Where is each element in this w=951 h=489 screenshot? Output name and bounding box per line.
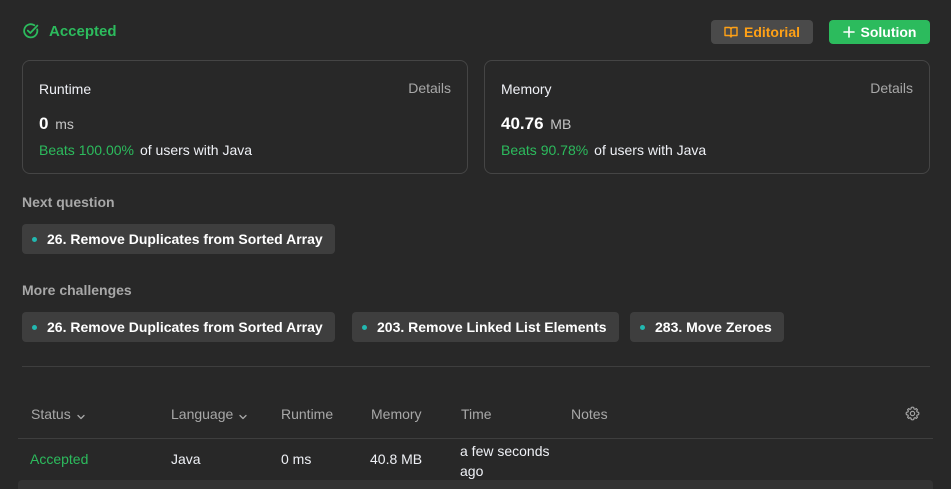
- plus-icon: [842, 26, 855, 38]
- table-header-divider: [18, 438, 933, 439]
- memory-number: 40.76: [501, 114, 544, 133]
- runtime-value: 0 ms: [39, 114, 74, 134]
- column-header-memory: Memory: [371, 406, 422, 422]
- chevron-down-icon: [76, 409, 86, 420]
- column-header-language[interactable]: Language: [171, 406, 248, 422]
- next-row-edge: [18, 480, 933, 489]
- difficulty-dot: [32, 236, 37, 242]
- runtime-beats-percent: Beats 100.00%: [39, 142, 134, 158]
- status-text: Accepted: [49, 22, 117, 40]
- solution-label: Solution: [860, 24, 917, 40]
- memory-details-link[interactable]: Details: [870, 80, 913, 96]
- memory-value: 40.76 MB: [501, 114, 571, 134]
- difficulty-dot: [640, 324, 645, 330]
- column-header-label: Status: [31, 406, 71, 422]
- chip-label: 26. Remove Duplicates from Sorted Array: [47, 231, 323, 247]
- runtime-card[interactable]: Runtime Details 0 ms Beats 100.00% of use…: [22, 60, 468, 174]
- difficulty-dot: [362, 324, 367, 330]
- row-language: Java: [171, 451, 201, 467]
- submission-status: Accepted: [22, 22, 117, 40]
- more-challenges-title: More challenges: [22, 282, 132, 298]
- challenge-chip[interactable]: 283. Move Zeroes: [630, 312, 784, 342]
- row-runtime: 0 ms: [281, 451, 312, 467]
- row-memory: 40.8 MB: [370, 451, 423, 467]
- editorial-label: Editorial: [743, 24, 800, 40]
- memory-card[interactable]: Memory Details 40.76 MB Beats 90.78% of u…: [484, 60, 930, 174]
- memory-unit: MB: [550, 116, 572, 132]
- column-header-notes: Notes: [571, 406, 608, 422]
- difficulty-dot: [32, 324, 37, 330]
- row-status[interactable]: Accepted: [30, 451, 88, 467]
- gear-icon[interactable]: [905, 406, 920, 426]
- memory-beats-text: of users with Java: [594, 142, 707, 158]
- editorial-button[interactable]: Editorial: [711, 20, 813, 44]
- runtime-beats-text: of users with Java: [139, 142, 253, 158]
- challenge-chip[interactable]: 26. Remove Duplicates from Sorted Array: [22, 312, 335, 342]
- next-question-title: Next question: [22, 194, 115, 210]
- row-time: a few seconds ago: [460, 443, 550, 479]
- book-icon: [724, 26, 738, 38]
- runtime-details-link[interactable]: Details: [408, 80, 451, 96]
- column-header-runtime: Runtime: [281, 406, 334, 422]
- challenge-chip[interactable]: 203. Remove Linked List Elements: [352, 312, 619, 342]
- chip-label: 26. Remove Duplicates from Sorted Array: [47, 319, 323, 335]
- chevron-down-icon: [238, 409, 248, 420]
- runtime-number: 0: [39, 114, 49, 133]
- runtime-beats: Beats 100.00% of users with Java: [39, 142, 252, 158]
- runtime-label: Runtime: [39, 81, 92, 97]
- solution-button[interactable]: Solution: [829, 20, 930, 44]
- section-divider: [22, 366, 930, 367]
- runtime-unit: ms: [55, 116, 74, 132]
- column-header-status[interactable]: Status: [31, 406, 86, 422]
- column-header-label: Language: [171, 406, 234, 422]
- memory-beats: Beats 90.78% of users with Java: [501, 142, 706, 158]
- chip-label: 203. Remove Linked List Elements: [377, 319, 607, 335]
- memory-beats-percent: Beats 90.78%: [501, 142, 589, 158]
- column-header-time: Time: [461, 406, 492, 422]
- chip-label: 283. Move Zeroes: [655, 319, 772, 335]
- check-circle-icon: [22, 22, 40, 40]
- next-question-chip[interactable]: 26. Remove Duplicates from Sorted Array: [22, 224, 335, 254]
- memory-label: Memory: [501, 81, 552, 97]
